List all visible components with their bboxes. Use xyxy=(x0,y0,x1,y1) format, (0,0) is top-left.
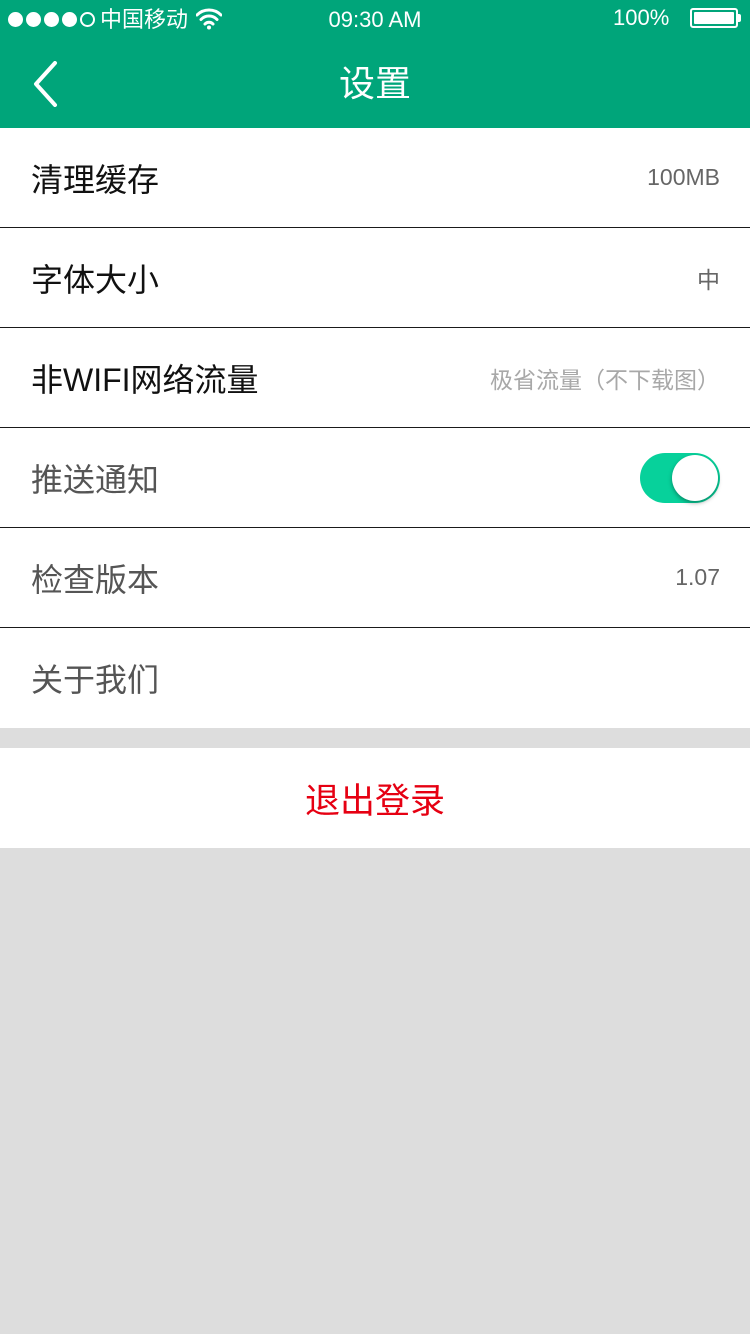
push-notification-toggle[interactable] xyxy=(640,452,720,503)
settings-list: 清理缓存 100MB 字体大小 中 非WIFI网络流量 极省流量（不下载图） 推… xyxy=(0,128,750,728)
navigation-bar: 设置 xyxy=(0,40,750,128)
version-value: 1.07 xyxy=(675,564,720,590)
battery-icon xyxy=(690,8,738,28)
settings-item-label: 字体大小 xyxy=(31,261,160,298)
settings-item-label: 检查版本 xyxy=(31,561,160,598)
settings-item-non-wifi-traffic[interactable]: 非WIFI网络流量 极省流量（不下载图） xyxy=(0,328,750,428)
settings-item-label: 非WIFI网络流量 xyxy=(31,361,259,398)
battery-percentage: 100% xyxy=(613,5,670,30)
logout-button[interactable]: 退出登录 xyxy=(0,748,750,848)
settings-item-label: 关于我们 xyxy=(31,662,160,698)
toggle-knob xyxy=(672,454,718,501)
logout-label: 退出登录 xyxy=(304,781,445,821)
battery-fill xyxy=(694,12,734,24)
settings-item-check-version[interactable]: 检查版本 1.07 xyxy=(0,528,750,628)
settings-item-font-size[interactable]: 字体大小 中 xyxy=(0,228,750,328)
cache-size-value: 100MB xyxy=(647,164,720,190)
page-title: 设置 xyxy=(338,63,411,104)
settings-item-label: 清理缓存 xyxy=(31,161,160,198)
traffic-mode-value: 极省流量（不下载图） xyxy=(490,366,720,393)
battery-tip xyxy=(738,14,741,22)
font-size-value: 中 xyxy=(697,266,720,293)
settings-item-about-us[interactable]: 关于我们 xyxy=(0,628,750,728)
status-bar: 中国移动 09:30 AM 100% xyxy=(0,0,750,40)
settings-item-label: 推送通知 xyxy=(31,461,160,498)
settings-item-clear-cache[interactable]: 清理缓存 100MB xyxy=(0,128,750,228)
settings-item-push-notifications: 推送通知 xyxy=(0,428,750,528)
